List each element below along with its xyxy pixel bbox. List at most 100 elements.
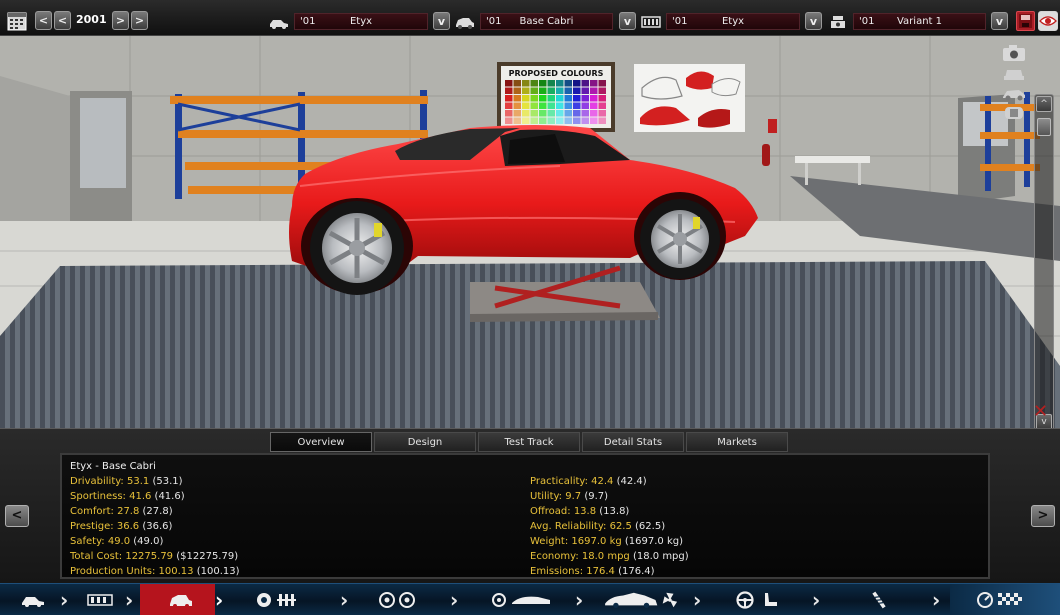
- scrollbar-thumb[interactable]: [1037, 118, 1051, 136]
- car-trim-icon: [492, 593, 550, 607]
- year-display: 2001: [76, 13, 107, 26]
- stat-offroad: Offroad: 13.8 (13.8): [530, 506, 630, 517]
- variant-selector[interactable]: '01 Variant 1: [853, 13, 986, 30]
- engine-icon: [257, 593, 296, 607]
- car-body-icon: [170, 595, 192, 608]
- colour-swatch: [530, 87, 538, 94]
- model-selector[interactable]: '01 Etyx: [294, 13, 428, 30]
- colour-swatch: [547, 102, 555, 109]
- colour-swatch: [513, 80, 521, 87]
- car-front-icon[interactable]: [1001, 64, 1027, 82]
- colour-swatch: [513, 102, 521, 109]
- colour-swatch: [513, 117, 521, 124]
- colour-swatch: [505, 80, 513, 87]
- stat-comfort: Comfort: 27.8 (27.8): [70, 506, 173, 517]
- colour-swatch: [513, 95, 521, 102]
- chassis-icon: [87, 594, 113, 606]
- variant-dropdown-button[interactable]: v: [991, 12, 1008, 30]
- year-next-fast-button[interactable]: >: [131, 11, 148, 30]
- car-body-icon: [456, 18, 474, 29]
- nav-car-design[interactable]: [595, 584, 690, 615]
- car-title: Etyx - Base Cabri: [70, 461, 156, 472]
- trim-dropdown-button[interactable]: v: [619, 12, 636, 30]
- tab-markets[interactable]: Markets: [686, 432, 788, 452]
- nav-car-trim[interactable]: [475, 584, 570, 615]
- colour-swatch: [505, 87, 513, 94]
- colour-swatch: [522, 102, 530, 109]
- colour-swatch: [598, 102, 606, 109]
- colour-swatch: [539, 95, 547, 102]
- nav-car-body[interactable]: [140, 584, 215, 615]
- colour-swatch: [530, 80, 538, 87]
- stat-drivability: Drivability: 53.1 (53.1): [70, 476, 183, 487]
- nav-chevron-icon: ›: [215, 588, 224, 612]
- colour-swatch: [547, 95, 555, 102]
- colour-swatch: [530, 117, 538, 124]
- tab-test-track[interactable]: Test Track: [478, 432, 580, 452]
- colour-swatch: [590, 87, 598, 94]
- test-gauge-icon: [977, 592, 1022, 608]
- colour-swatch: [573, 80, 581, 87]
- year-prev-button[interactable]: <: [54, 11, 71, 30]
- nav-car-factory[interactable]: [0, 584, 60, 615]
- calendar-icon[interactable]: [7, 11, 27, 31]
- engine-block-icon: [641, 16, 661, 28]
- tab-detail-stats[interactable]: Detail Stats: [582, 432, 684, 452]
- colour-swatch: [581, 87, 589, 94]
- model-name: Etyx: [349, 16, 373, 27]
- garage-scene: PROPOSED COLOURS: [0, 36, 1060, 428]
- trim-selector[interactable]: '01 Base Cabri: [480, 13, 613, 30]
- top-toolbar: < < 2001 > > '01 Etyx v '01 Base Cabri v…: [0, 0, 1060, 36]
- nav-steering-seat[interactable]: [715, 584, 810, 615]
- colour-swatch: [573, 117, 581, 124]
- colour-swatch: [581, 110, 589, 117]
- colour-swatch: [598, 87, 606, 94]
- prev-car-button[interactable]: <: [5, 505, 29, 527]
- colour-swatch: [581, 102, 589, 109]
- model-dropdown-button[interactable]: v: [433, 12, 450, 30]
- next-car-button[interactable]: >: [1031, 505, 1055, 527]
- year-next-button[interactable]: >: [112, 11, 129, 30]
- eye-button[interactable]: [1038, 11, 1058, 31]
- save-button[interactable]: [1016, 11, 1035, 31]
- engine-selector[interactable]: '01 Etyx: [666, 13, 800, 30]
- colour-swatch: [556, 80, 564, 87]
- colour-swatch: [547, 117, 555, 124]
- stat-weight: Weight: 1697.0 kg (1697.0 kg): [530, 536, 684, 547]
- colour-swatch: [522, 110, 530, 117]
- colour-swatch: [573, 95, 581, 102]
- year-prev-fast-button[interactable]: <: [35, 11, 52, 30]
- nav-engine[interactable]: [240, 584, 320, 615]
- tab-design[interactable]: Design: [374, 432, 476, 452]
- colour-swatch: [513, 87, 521, 94]
- colour-swatch: [505, 110, 513, 117]
- car-top-icon[interactable]: [1001, 104, 1027, 122]
- colour-swatch: [581, 80, 589, 87]
- colour-swatch: [564, 110, 572, 117]
- nav-test-gauge[interactable]: [950, 584, 1060, 615]
- close-icon[interactable]: ✕: [1033, 401, 1048, 422]
- colour-swatch: [598, 110, 606, 117]
- colour-swatch: [522, 117, 530, 124]
- tab-overview[interactable]: Overview: [270, 432, 372, 452]
- scroll-up-button[interactable]: ^: [1036, 96, 1052, 112]
- colour-swatch: [556, 110, 564, 117]
- viewport-scrollbar[interactable]: [1034, 94, 1054, 428]
- car-side-icon[interactable]: [1001, 84, 1027, 102]
- colour-swatch: [513, 110, 521, 117]
- car-3d-viewport[interactable]: PROPOSED COLOURS ^ v: [0, 36, 1060, 428]
- stat-emissions: Emissions: 176.4 (176.4): [530, 566, 655, 577]
- colour-swatch: [573, 87, 581, 94]
- car-design-icon: [605, 592, 678, 609]
- colour-swatch: [530, 110, 538, 117]
- camera-icon[interactable]: [1001, 44, 1027, 62]
- stat-prestige: Prestige: 36.6 (36.6): [70, 521, 173, 532]
- nav-wheels[interactable]: [360, 584, 440, 615]
- colour-swatch: [556, 117, 564, 124]
- nav-suspension[interactable]: [835, 584, 930, 615]
- engine-dropdown-button[interactable]: v: [805, 12, 822, 30]
- stat-utility: Utility: 9.7 (9.7): [530, 491, 609, 502]
- colour-swatch: [539, 110, 547, 117]
- nav-chassis[interactable]: [75, 584, 125, 615]
- colour-swatch: [590, 110, 598, 117]
